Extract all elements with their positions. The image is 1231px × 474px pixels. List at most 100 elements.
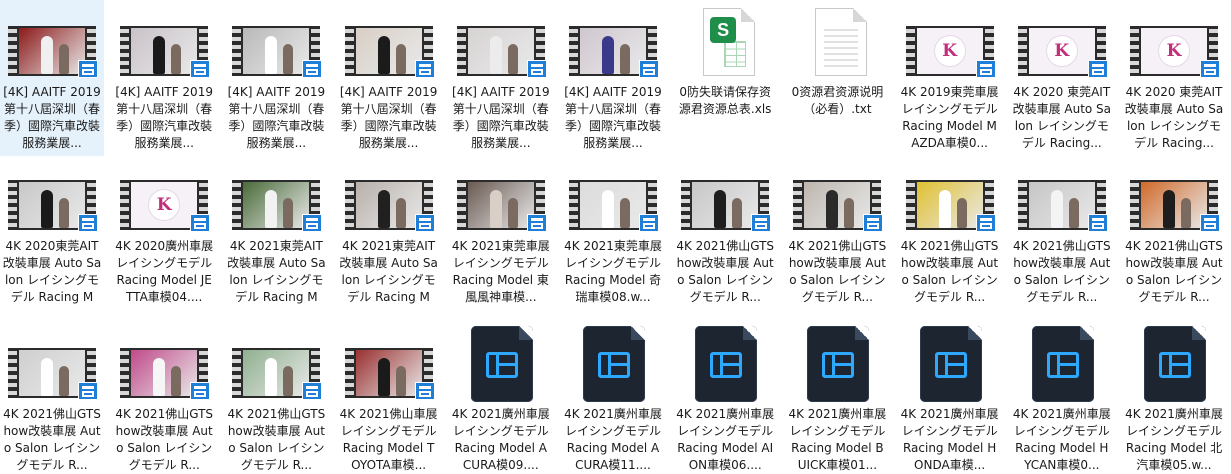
file-name: [4K] AAITF 2019 第十八屆深圳（春季）國際汽車改裝服務業展... [3, 85, 101, 150]
video-thumbnail [4, 158, 100, 234]
file-item[interactable]: 4K 2021東莞AIT改裝車展 Auto Salon レイシングモデル Rac… [224, 154, 328, 306]
file-name: [4K] AAITF 2019 第十八屆深圳（春季）國際汽車改裝服務業展... [452, 85, 550, 150]
person-figure [377, 190, 390, 228]
video-file-icon [1126, 326, 1222, 402]
person-figure [265, 36, 278, 74]
video-file-icon [789, 326, 885, 402]
video-thumbnail [453, 158, 549, 234]
file-item[interactable]: 4K 2021佛山GTShow改裝車展 Auto Salon レイシングモデル … [673, 154, 777, 306]
media-player-badge-icon [1087, 60, 1108, 78]
person-figure [41, 36, 53, 74]
file-item[interactable]: 4K 2021廣州車展 レイシングモデル Racing Model AION車模… [673, 322, 777, 474]
video-thumbnail [1126, 158, 1222, 234]
file-item[interactable]: 4K 2021東莞AIT改裝車展 Auto Salon レイシングモデル Rac… [337, 154, 441, 306]
video-thumbnail [228, 326, 324, 402]
file-name: [4K] AAITF 2019 第十八屆深圳（春季）國際汽車改裝服務業展... [227, 85, 326, 150]
video-thumbnail [116, 4, 212, 80]
file-item[interactable]: K 4K 2020 東莞AIT改裝車展 Auto Salon レイシングモデル R… [1122, 0, 1226, 152]
video-thumbnail [341, 4, 437, 80]
media-player-badge-icon [302, 382, 323, 400]
video-thumbnail [341, 326, 437, 402]
media-player-badge-icon [1087, 214, 1108, 232]
file-item[interactable]: 4K 2021佛山GTShow改裝車展 Auto Salon レイシングモデル … [898, 154, 1002, 306]
file-item[interactable]: [4K] AAITF 2019 第十八屆深圳（春季）國際汽車改裝服務業展... [224, 0, 328, 152]
video-thumbnail [565, 4, 661, 80]
file-item[interactable]: 4K 2021廣州車展 レイシングモデル Racing Model BUICK車… [785, 322, 889, 474]
video-thumbnail [565, 158, 661, 234]
file-item[interactable]: [4K] AAITF 2019 第十八屆深圳（春季）國際汽車改裝服務業展... [337, 0, 441, 152]
media-player-badge-icon [526, 214, 547, 232]
video-thumbnail [902, 158, 998, 234]
media-player-badge-icon [190, 60, 211, 78]
file-item[interactable]: [4K] AAITF 2019 第十八屆深圳（春季）國際汽車改裝服務業展... [0, 0, 104, 156]
media-player-badge-icon [190, 214, 211, 232]
file-item[interactable]: 4K 2021廣州車展 レイシングモデル Racing Model 北汽車模05… [1122, 322, 1226, 474]
media-player-badge-icon [751, 214, 772, 232]
person-figure [602, 36, 614, 74]
person-figure [377, 358, 390, 396]
file-name: 0防失联请保存资源君资源总表.xls [678, 85, 772, 116]
file-item[interactable]: [4K] AAITF 2019 第十八屆深圳（春季）國際汽車改裝服務業展... [561, 0, 665, 152]
file-name: 4K 2020 東莞AIT改裝車展 Auto Salon レイシングモデル Ra… [1124, 85, 1224, 150]
file-item[interactable]: 4K 2020東莞AIT改裝車展 Auto Salon レイシングモデル Rac… [0, 154, 104, 306]
media-player-badge-icon [414, 214, 435, 232]
file-item[interactable]: 4K 2021廣州車展 レイシングモデル Racing Model HYCAN車… [1010, 322, 1114, 474]
person-figure [265, 190, 278, 228]
media-player-badge-icon [302, 60, 323, 78]
file-item[interactable]: 4K 2021佛山GTShow改裝車展 Auto Salon レイシングモデル … [224, 322, 328, 474]
file-item[interactable]: 4K 2021佛山GTShow改裝車展 Auto Salon レイシングモデル … [112, 322, 216, 474]
file-name: 4K 2020廣州車展 レイシングモデル Racing Model JETTA車… [115, 239, 214, 304]
clapperboard-icon [710, 352, 743, 378]
spreadsheet-file-icon: S [677, 4, 773, 80]
file-name: 4K 2021佛山GTShow改裝車展 Auto Salon レイシングモデル … [1125, 239, 1223, 304]
excel-logo-icon: S [710, 17, 737, 43]
file-name: 4K 2021廣州車展 レイシングモデル Racing Model HYCAN車… [1012, 407, 1111, 472]
file-item[interactable]: 4K 2021佛山GTShow改裝車展 Auto Salon レイシングモデル … [1122, 154, 1226, 306]
file-item[interactable]: K 4K 2019東莞車展 レイシングモデル Racing Model MAZDA… [898, 0, 1002, 152]
text-file-icon [789, 4, 885, 80]
file-item[interactable]: 4K 2021東莞車展 レイシングモデル Racing Model 東風風神車模… [449, 154, 553, 306]
media-player-badge-icon [190, 382, 211, 400]
video-thumbnail: K [1014, 4, 1110, 80]
clapperboard-icon [598, 352, 630, 378]
file-item[interactable]: K 4K 2020廣州車展 レイシングモデル Racing Model JETTA… [112, 154, 216, 306]
person-figure [377, 36, 390, 74]
media-player-badge-icon [78, 214, 98, 232]
video-thumbnail [4, 326, 100, 402]
file-name: 4K 2021廣州車展 レイシングモデル Racing Model BUICK車… [788, 407, 887, 472]
file-item[interactable]: 4K 2021佛山GTShow改裝車展 Auto Salon レイシングモデル … [785, 154, 889, 306]
file-item[interactable]: S 0防失联请保存资源君资源总表.xls [673, 0, 777, 118]
file-item[interactable]: 4K 2021廣州車展 レイシングモデル Racing Model ACURA模… [561, 322, 665, 474]
clapperboard-icon [934, 352, 967, 378]
file-item[interactable]: 4K 2021廣州車展 レイシングモデル Racing Model ACURA模… [449, 322, 553, 474]
file-name: 4K 2019東莞車展 レイシングモデル Racing Model MAZDA車… [900, 85, 999, 150]
person-figure [714, 190, 727, 228]
file-item[interactable]: 4K 2021廣州車展 レイシングモデル Racing Model HONDA車… [898, 322, 1002, 474]
person-figure [489, 190, 502, 228]
file-name: 4K 2021佛山GTShow改裝車展 Auto Salon レイシングモデル … [788, 239, 887, 304]
person-figure [41, 190, 53, 228]
person-figure [153, 358, 166, 396]
file-name: 0资源君资源说明（必看）.txt [791, 85, 884, 116]
video-thumbnail [341, 158, 437, 234]
file-name: 4K 2021佛山GTShow改裝車展 Auto Salon レイシングモデル … [227, 407, 326, 472]
media-player-badge-icon [639, 214, 659, 232]
media-player-badge-icon [975, 60, 996, 78]
file-name: 4K 2021廣州車展 レイシングモデル Racing Model ACURA模… [451, 407, 550, 472]
file-item[interactable]: K 4K 2020 東莞AIT改裝車展 Auto Salon レイシングモデル R… [1010, 0, 1114, 152]
file-item[interactable]: [4K] AAITF 2019 第十八屆深圳（春季）國際汽車改裝服務業展... [112, 0, 216, 152]
file-name: 4K 2021東莞AIT改裝車展 Auto Salon レイシングモデル Rac… [339, 239, 438, 304]
video-thumbnail [228, 158, 324, 234]
file-item[interactable]: 4K 2021佛山GTShow改裝車展 Auto Salon レイシングモデル … [0, 322, 104, 474]
file-item[interactable]: [4K] AAITF 2019 第十八屆深圳（春季）國際汽車改裝服務業展... [449, 0, 553, 152]
media-player-badge-icon [863, 214, 884, 232]
file-item[interactable]: 4K 2021佛山GTShow改裝車展 Auto Salon レイシングモデル … [1010, 154, 1114, 306]
brand-logo-icon: K [933, 35, 966, 67]
video-thumbnail [789, 158, 885, 234]
file-item[interactable]: 0资源君资源说明（必看）.txt [785, 0, 889, 118]
person-figure [826, 190, 839, 228]
file-name: 4K 2021佛山GTShow改裝車展 Auto Salon レイシングモデル … [1012, 239, 1111, 304]
file-item[interactable]: 4K 2021東莞車展 レイシングモデル Racing Model 奇瑞車模08… [561, 154, 665, 306]
file-item[interactable]: 4K 2021佛山車展 レイシングモデル Racing Model TOYOTA… [337, 322, 441, 474]
brand-logo-icon: K [148, 189, 181, 221]
